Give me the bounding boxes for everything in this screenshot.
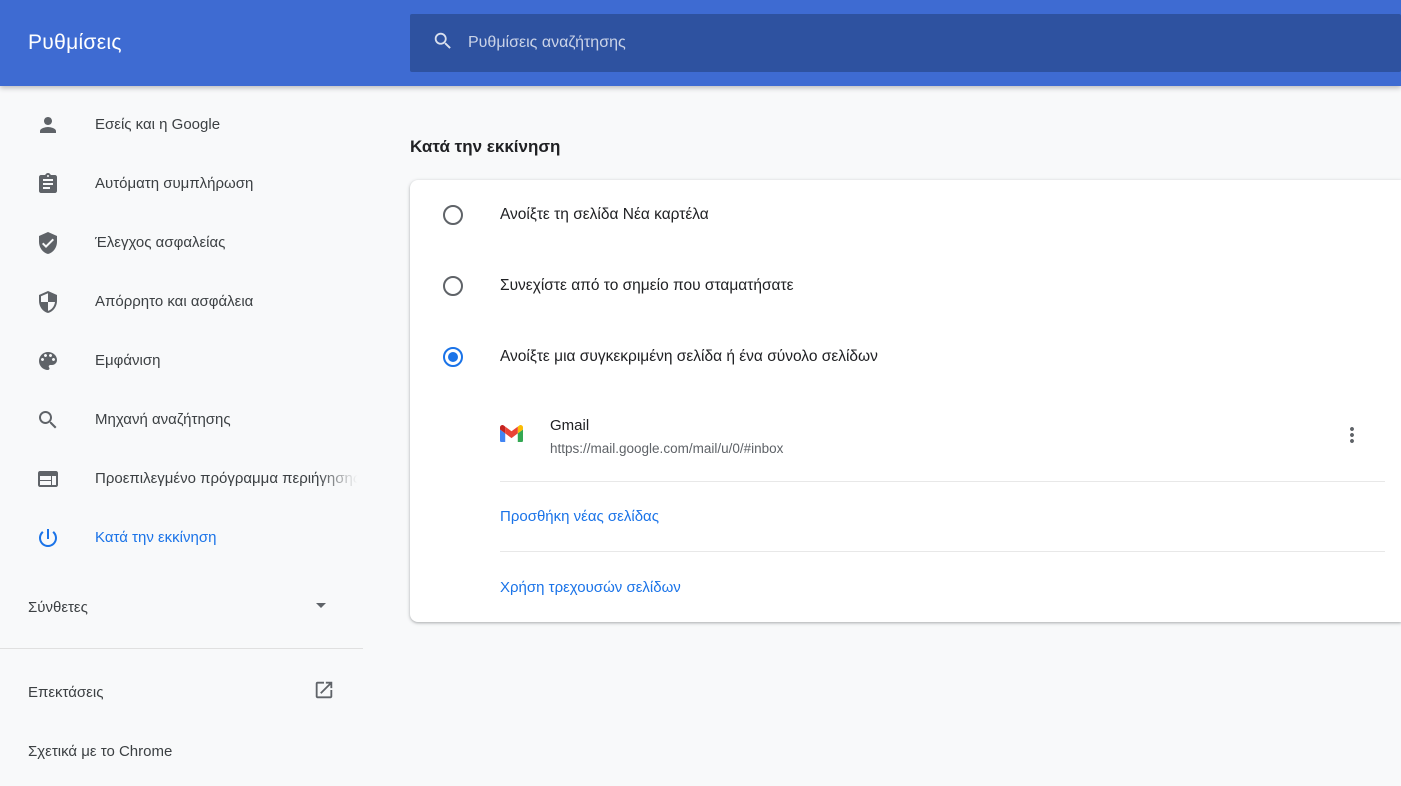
appearance-icon: [36, 349, 60, 373]
autofill-icon: [36, 172, 60, 196]
sidebar-item-search-engine[interactable]: Μηχανή αναζήτησης: [0, 390, 363, 449]
radio-unchecked[interactable]: [443, 205, 463, 225]
radio-label: Συνεχίστε από το σημείο που σταματήσατε: [500, 277, 794, 295]
default-browser-icon: [36, 467, 60, 491]
startup-page-title: Gmail: [550, 417, 783, 434]
sidebar-item-label: Κατά την εκκίνηση: [95, 529, 216, 546]
sidebar-item-privacy-security[interactable]: Απόρρητο και ασφάλεια: [0, 272, 363, 331]
settings-sidebar: Εσείς και η Google Αυτόματη συμπλήρωση Έ…: [0, 86, 363, 786]
startup-page-info: Gmail https://mail.google.com/mail/u/0/#…: [550, 417, 783, 456]
add-new-page-link[interactable]: Προσθήκη νέας σελίδας: [500, 508, 659, 525]
use-current-row: Χρήση τρεχουσών σελίδων: [410, 552, 1401, 622]
sidebar-item-default-browser[interactable]: Προεπιλεγμένο πρόγραμμα περιήγησης: [0, 449, 363, 508]
radio-unchecked[interactable]: [443, 276, 463, 296]
sidebar-item-label: Μηχανή αναζήτησης: [95, 411, 231, 428]
more-actions-button[interactable]: [1334, 418, 1370, 454]
sidebar-item-safety-check[interactable]: Έλεγχος ασφαλείας: [0, 213, 363, 272]
sidebar-item-extensions[interactable]: Επεκτάσεις: [0, 662, 363, 722]
sidebar-item-label: Απόρρητο και ασφάλεια: [95, 293, 253, 310]
sidebar-item-appearance[interactable]: Εμφάνιση: [0, 331, 363, 390]
sidebar-item-label: Προεπιλεγμένο πρόγραμμα περιήγησης: [95, 470, 360, 487]
gmail-icon: [500, 425, 523, 447]
add-page-row: Προσθήκη νέας σελίδας: [410, 482, 1401, 552]
section-title: Κατά την εκκίνηση: [410, 137, 560, 157]
safety-check-icon: [36, 231, 60, 255]
search-icon: [410, 30, 454, 57]
on-startup-card: Ανοίξτε τη σελίδα Νέα καρτέλα Συνεχίστε …: [410, 180, 1401, 622]
sidebar-item-label: Εσείς και η Google: [95, 116, 220, 133]
sidebar-item-label: Αυτόματη συμπλήρωση: [95, 175, 253, 192]
radio-checked[interactable]: [443, 347, 463, 367]
startup-page-url: https://mail.google.com/mail/u/0/#inbox: [550, 441, 783, 456]
power-icon: [36, 526, 60, 550]
radio-label: Ανοίξτε τη σελίδα Νέα καρτέλα: [500, 206, 709, 224]
open-in-new-icon: [313, 679, 335, 706]
sidebar-item-label: Έλεγχος ασφαλείας: [95, 234, 225, 251]
person-icon: [36, 113, 60, 137]
sidebar-item-label: Εμφάνιση: [95, 352, 160, 369]
sidebar-item-you-and-google[interactable]: Εσείς και η Google: [0, 95, 363, 154]
settings-search-box: [410, 14, 1401, 72]
sidebar-advanced-toggle[interactable]: Σύνθετες: [0, 577, 363, 637]
settings-search-input[interactable]: [468, 34, 1401, 52]
sidebar-divider: [0, 648, 363, 649]
app-header: Ρυθμίσεις: [0, 0, 1401, 86]
startup-option-new-tab[interactable]: Ανοίξτε τη σελίδα Νέα καρτέλα: [410, 180, 1401, 251]
use-current-pages-link[interactable]: Χρήση τρεχουσών σελίδων: [500, 579, 681, 596]
sidebar-item-on-startup[interactable]: Κατά την εκκίνηση: [0, 508, 363, 567]
sidebar-item-about-chrome[interactable]: Σχετικά με το Chrome: [0, 722, 363, 781]
startup-page-row: Gmail https://mail.google.com/mail/u/0/#…: [410, 392, 1401, 481]
about-label: Σχετικά με το Chrome: [28, 743, 172, 760]
startup-option-continue[interactable]: Συνεχίστε από το σημείο που σταματήσατε: [410, 251, 1401, 322]
more-vert-icon: [1340, 423, 1364, 450]
privacy-security-icon: [36, 290, 60, 314]
startup-option-specific-pages[interactable]: Ανοίξτε μια συγκεκριμένη σελίδα ή ένα σύ…: [410, 321, 1401, 392]
sidebar-item-autofill[interactable]: Αυτόματη συμπλήρωση: [0, 154, 363, 213]
extensions-label: Επεκτάσεις: [28, 684, 103, 701]
search-engine-icon: [36, 408, 60, 432]
radio-label: Ανοίξτε μια συγκεκριμένη σελίδα ή ένα σύ…: [500, 348, 878, 366]
chevron-down-icon: [309, 593, 333, 622]
advanced-label: Σύνθετες: [28, 599, 88, 616]
page-title: Ρυθμίσεις: [28, 31, 122, 55]
